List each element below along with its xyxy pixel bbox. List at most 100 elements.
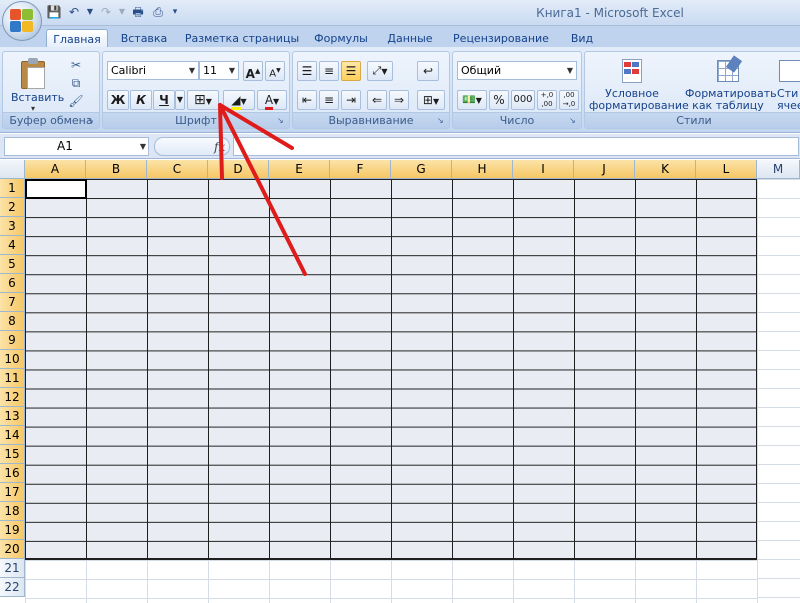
office-button[interactable] [2, 1, 42, 41]
underline-button[interactable]: Ч [153, 90, 175, 110]
tab-view[interactable]: Вид [562, 29, 602, 48]
increase-indent-button[interactable]: ⇒ [389, 90, 409, 110]
tab-data[interactable]: Данные [382, 29, 438, 48]
underline-dropdown[interactable]: ▼ [175, 90, 185, 110]
row-header-3[interactable]: 3 [0, 217, 25, 236]
row-header-1[interactable]: 1 [0, 179, 25, 198]
column-header-l[interactable]: L [696, 160, 757, 179]
percent-format-button[interactable]: % [489, 90, 509, 110]
row-header-17[interactable]: 17 [0, 483, 25, 502]
column-header-m[interactable]: M [757, 160, 800, 179]
active-cell[interactable] [25, 179, 87, 199]
row-header-16[interactable]: 16 [0, 464, 25, 483]
format-painter-icon[interactable]: 🖌 [67, 93, 85, 109]
row-header-11[interactable]: 11 [0, 369, 25, 388]
tab-page-layout[interactable]: Разметка страницы [182, 29, 302, 48]
row-header-21[interactable]: 21 [0, 559, 25, 578]
italic-button[interactable]: К [130, 90, 152, 110]
conditional-formatting-button[interactable]: Условное форматирование [589, 57, 689, 112]
row-header-13[interactable]: 13 [0, 407, 25, 426]
number-format-select[interactable]: Общий ▼ [457, 61, 577, 80]
cell-grid-unselected-bottom[interactable] [25, 560, 757, 603]
worksheet: ABCDEFGHIJKLM 1 2 3 4 5 6 7 8 9 10 11 12 13 14 15 16 17 1… [0, 160, 800, 603]
orientation-button[interactable]: ⤢▼ [367, 61, 393, 81]
fill-color-icon: ◢ [231, 93, 241, 110]
formula-input[interactable] [233, 137, 799, 156]
column-header-h[interactable]: H [452, 160, 513, 179]
name-box[interactable]: A1 ▼ [4, 137, 149, 156]
align-right-button[interactable]: ⇥ [341, 90, 361, 110]
column-header-c[interactable]: C [147, 160, 208, 179]
decrease-decimal-button[interactable]: ,00 →,0 [559, 90, 579, 110]
merge-center-button[interactable]: ⊞▼ [417, 90, 445, 110]
column-header-f[interactable]: F [330, 160, 391, 179]
font-color-button[interactable]: A▼ [257, 90, 287, 110]
row-header-6[interactable]: 6 [0, 274, 25, 293]
align-middle-button[interactable]: ≡ [319, 61, 339, 81]
align-center-button[interactable]: ≡ [319, 90, 339, 110]
column-header-e[interactable]: E [269, 160, 330, 179]
cut-icon[interactable]: ✂ [67, 57, 85, 73]
borders-button[interactable]: ⊞▼ [187, 90, 219, 110]
fill-color-button[interactable]: ◢▼ [223, 90, 255, 110]
column-header-d[interactable]: D [208, 160, 269, 179]
align-left-button[interactable]: ⇤ [297, 90, 317, 110]
copy-icon[interactable]: ⧉ [67, 75, 85, 91]
row-header-20[interactable]: 20 [0, 540, 25, 559]
row-header-22[interactable]: 22 [0, 578, 25, 597]
currency-format-button[interactable]: 💵▼ [457, 90, 487, 110]
tab-formulas[interactable]: Формулы [310, 29, 372, 48]
column-header-g[interactable]: G [391, 160, 452, 179]
tab-insert[interactable]: Вставка [114, 29, 174, 48]
bold-button[interactable]: Ж [107, 90, 129, 110]
select-all-corner[interactable] [0, 160, 25, 179]
row-header-14[interactable]: 14 [0, 426, 25, 445]
font-color-dropdown-icon[interactable]: ▼ [273, 97, 279, 106]
thousands-separator-button[interactable]: 000 [511, 90, 535, 110]
row-header-12[interactable]: 12 [0, 388, 25, 407]
row-header-9[interactable]: 9 [0, 331, 25, 350]
row-header-19[interactable]: 19 [0, 521, 25, 540]
font-name-dropdown-icon[interactable]: ▼ [186, 62, 198, 79]
font-name-select[interactable]: Calibri ▼ [107, 61, 199, 80]
column-header-b[interactable]: B [86, 160, 147, 179]
align-bottom-button[interactable]: ☰ [341, 61, 361, 81]
tab-home[interactable]: Главная [46, 29, 108, 48]
column-header-j[interactable]: J [574, 160, 635, 179]
selected-range[interactable] [25, 179, 757, 560]
font-size-value: 11 [203, 64, 217, 77]
cell-styles-button[interactable]: Сти ячее [777, 57, 800, 112]
column-header-k[interactable]: K [635, 160, 696, 179]
column-header-i[interactable]: I [513, 160, 574, 179]
font-size-dropdown-icon[interactable]: ▼ [226, 62, 238, 79]
name-box-dropdown-icon[interactable]: ▼ [140, 138, 146, 155]
column-header-a[interactable]: A [25, 160, 86, 179]
clipboard-launcher-icon[interactable]: ↘ [87, 116, 97, 126]
insert-function-icon[interactable]: fx [214, 140, 225, 154]
increase-decimal-button[interactable]: +,0,00 [537, 90, 557, 110]
alignment-launcher-icon[interactable]: ↘ [437, 116, 447, 126]
font-launcher-icon[interactable]: ↘ [277, 116, 287, 126]
number-launcher-icon[interactable]: ↘ [569, 116, 579, 126]
font-size-select[interactable]: 11 ▼ [199, 61, 239, 80]
fill-color-dropdown-icon[interactable]: ▼ [241, 97, 247, 106]
shrink-font-button[interactable]: A▼ [265, 61, 285, 81]
row-header-10[interactable]: 10 [0, 350, 25, 369]
format-as-table-button[interactable]: Форматировать как таблицу [685, 55, 777, 112]
borders-dropdown-icon[interactable]: ▼ [206, 97, 212, 106]
row-header-5[interactable]: 5 [0, 255, 25, 274]
tab-review[interactable]: Рецензирование [448, 29, 554, 48]
align-top-button[interactable]: ☰ [297, 61, 317, 81]
cell-grid-unselected-right[interactable] [757, 179, 800, 603]
row-header-8[interactable]: 8 [0, 312, 25, 331]
row-header-15[interactable]: 15 [0, 445, 25, 464]
wrap-text-button[interactable]: ↩ [417, 61, 439, 81]
decrease-indent-button[interactable]: ⇐ [367, 90, 387, 110]
number-format-dropdown-icon[interactable]: ▼ [564, 62, 576, 79]
row-header-18[interactable]: 18 [0, 502, 25, 521]
row-header-2[interactable]: 2 [0, 198, 25, 217]
grow-font-button[interactable]: A▲ [243, 61, 263, 81]
row-header-4[interactable]: 4 [0, 236, 25, 255]
paste-button[interactable]: Вставить ▾ [11, 57, 64, 113]
row-header-7[interactable]: 7 [0, 293, 25, 312]
